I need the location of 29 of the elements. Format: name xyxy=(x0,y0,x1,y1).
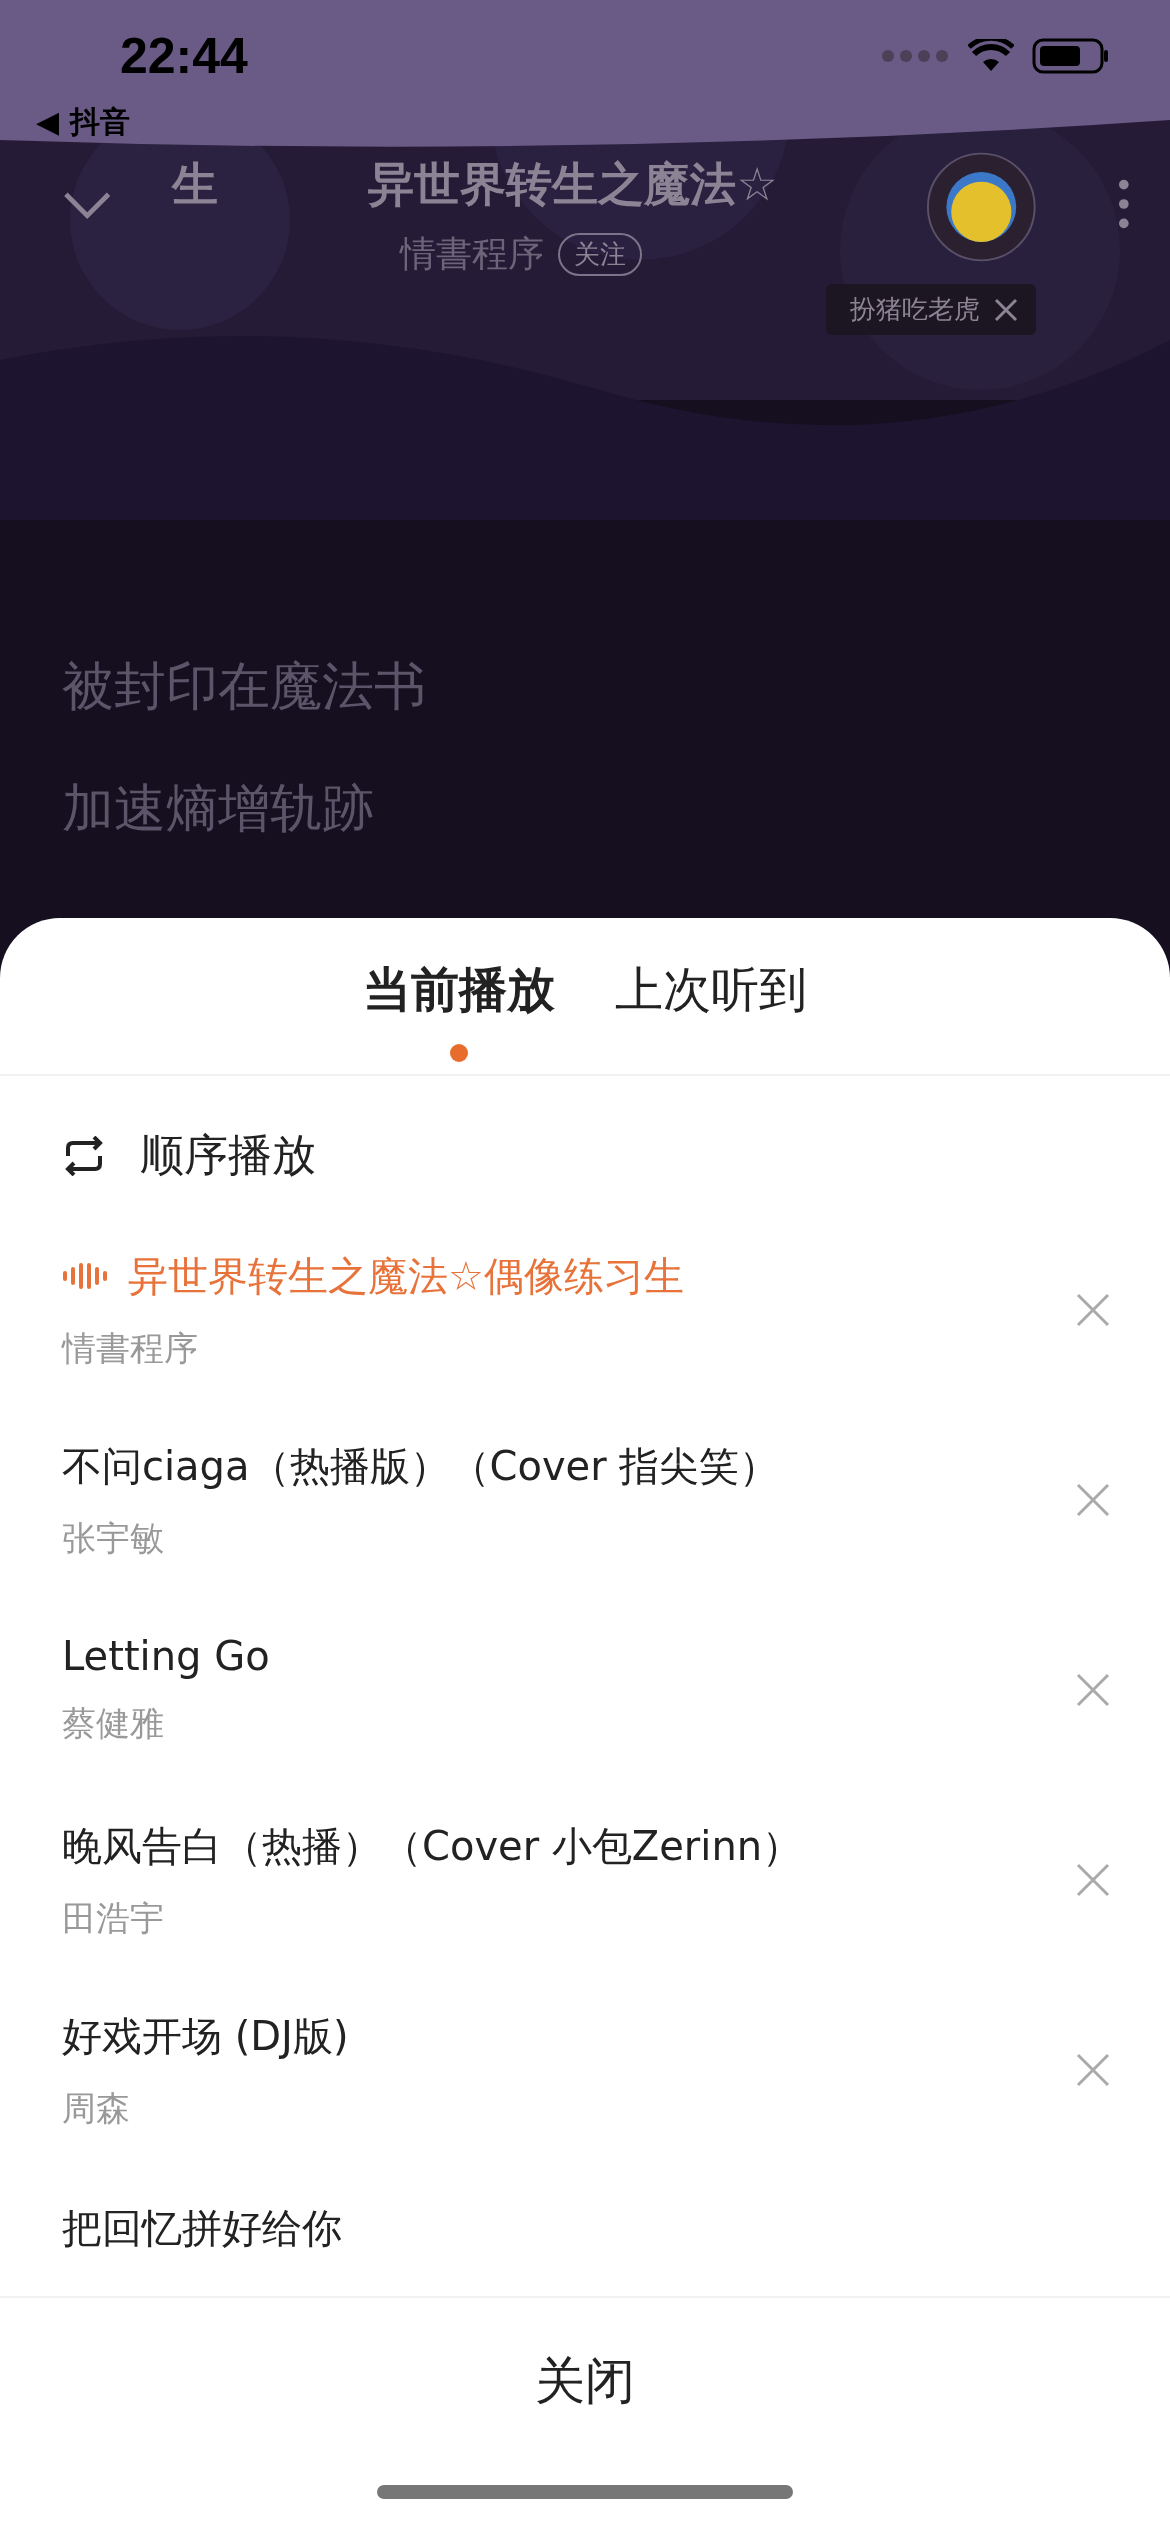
artist-name: 张宇敏 xyxy=(62,1516,165,1560)
artist-name: 周森 xyxy=(62,2086,131,2130)
song-title[interactable]: 不问ciaga（热播版）（Cover 指尖笑） xyxy=(62,1438,780,1494)
song-title[interactable]: 把回忆拼好给你 xyxy=(62,2201,342,2256)
wifi-icon xyxy=(968,39,1014,73)
tooltip-text: 扮猪吃老虎 xyxy=(850,293,980,326)
avatar[interactable] xyxy=(925,150,1037,264)
artist-name: 情書程序 xyxy=(62,1326,199,1370)
clock-time: 22:44 xyxy=(120,27,248,85)
artist-name: 蔡健雅 xyxy=(62,1702,165,1745)
follow-button[interactable]: 关注 xyxy=(558,233,643,276)
close-icon[interactable] xyxy=(994,297,1018,322)
close-button[interactable]: 关闭 xyxy=(515,2338,655,2425)
chevron-down-icon[interactable] xyxy=(62,190,113,220)
song-title[interactable]: 晚风告白（热播）（Cover 小包Zerinn） xyxy=(62,1818,803,1874)
sound-wave-icon xyxy=(62,1261,110,1291)
cellular-signal-icon xyxy=(880,48,950,64)
song-title: 生 xyxy=(172,156,219,213)
artist-name: 田浩宇 xyxy=(62,1896,165,1940)
tab[interactable]: 上次听到 xyxy=(615,918,807,1074)
more-options-icon[interactable] xyxy=(1118,178,1130,230)
song-title: 异世界转生之魔法☆ xyxy=(368,156,778,213)
song-title[interactable]: 好戏开场 (DJ版) xyxy=(62,2008,349,2064)
battery-icon xyxy=(1032,38,1110,74)
lyric-line: 被封印在魔法书 xyxy=(62,660,427,712)
song-title[interactable]: Letting Go xyxy=(62,1633,270,1679)
tab[interactable]: 当前播放 xyxy=(363,918,555,1074)
play-mode-label[interactable]: 顺序播放 xyxy=(140,1126,316,1185)
lyric-line: 加速熵增轨跡 xyxy=(62,782,375,834)
